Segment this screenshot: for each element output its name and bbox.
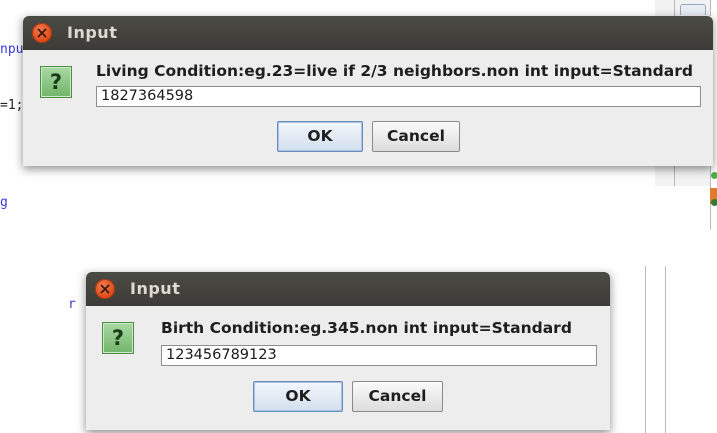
code-fragment: r — [68, 297, 76, 312]
code-fragment: g — [0, 195, 8, 210]
gutter-marker-icon — [711, 199, 717, 206]
input-dialog-living: Input ? Living Condition:eg.23=live if 2… — [23, 16, 713, 166]
window-icon — [680, 4, 706, 15]
ok-button[interactable]: OK — [277, 121, 363, 152]
prompt-label: Living Condition:eg.23=live if 2/3 neigh… — [96, 62, 693, 80]
gutter-marker-icon — [711, 172, 717, 179]
dialog-titlebar[interactable]: Input — [86, 272, 610, 306]
value-input[interactable]: 1827364598 — [96, 86, 701, 107]
input-dialog-birth: Input ? Birth Condition:eg.345.non int i… — [86, 272, 610, 430]
dialog-titlebar[interactable]: Input — [23, 16, 713, 50]
close-icon[interactable] — [32, 23, 52, 43]
dialog-title: Input — [67, 23, 118, 42]
ok-button[interactable]: OK — [253, 381, 343, 412]
dialog-title: Input — [130, 279, 181, 298]
cancel-button[interactable]: Cancel — [372, 121, 460, 152]
close-icon[interactable] — [95, 279, 115, 299]
value-input[interactable]: 123456789123 — [161, 345, 597, 366]
question-icon: ? — [102, 322, 134, 354]
divider — [645, 266, 646, 433]
code-fragment: npu — [0, 42, 24, 57]
divider — [665, 266, 666, 433]
prompt-label: Birth Condition:eg.345.non int input=Sta… — [161, 319, 572, 337]
code-fragment: =1; — [0, 98, 24, 113]
cancel-button[interactable]: Cancel — [352, 381, 443, 412]
question-icon: ? — [40, 66, 72, 98]
